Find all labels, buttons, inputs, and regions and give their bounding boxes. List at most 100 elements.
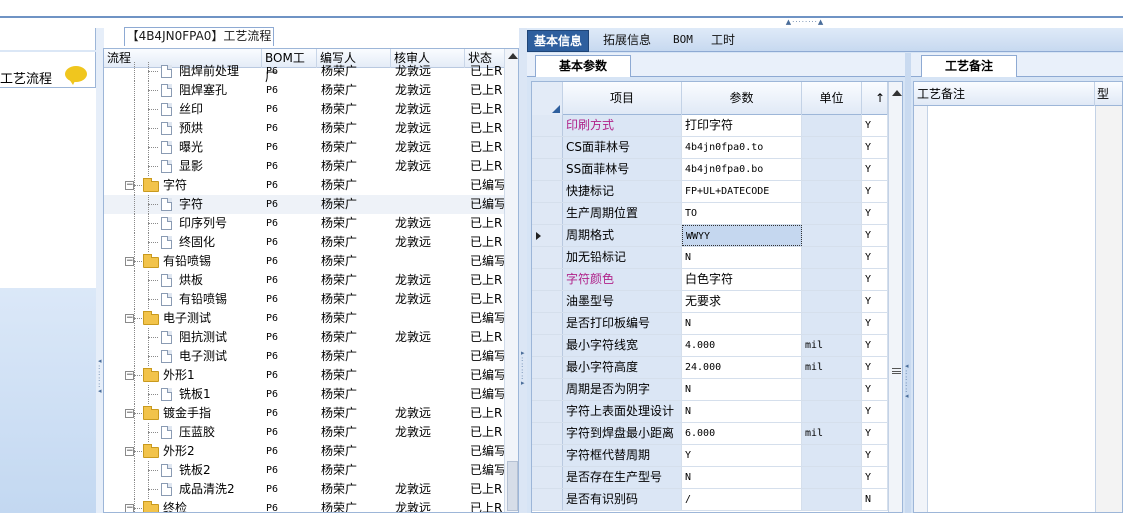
- param-row[interactable]: 最小字符高度 24.000 mil Y: [532, 357, 888, 379]
- tree-row[interactable]: 铣板1 P6 杨荣广 已编写: [104, 385, 504, 404]
- param-value-cell[interactable]: 6.000: [682, 423, 802, 444]
- row-indicator[interactable]: [532, 445, 563, 466]
- param-value-cell[interactable]: 白色字符: [682, 269, 802, 290]
- param-row[interactable]: 印刷方式 打印字符 Y: [532, 115, 888, 137]
- param-row[interactable]: CS面菲林号 4b4jn0fpa0.to Y: [532, 137, 888, 159]
- tab-bom[interactable]: BOM: [667, 30, 699, 52]
- param-value-cell[interactable]: FP+UL+DATECODE: [682, 181, 802, 202]
- row-indicator[interactable]: [532, 313, 563, 334]
- row-indicator[interactable]: [532, 291, 563, 312]
- row-indicator[interactable]: [532, 137, 563, 158]
- middle-splitter[interactable]: ▸:::: ▸: [519, 28, 527, 513]
- param-row[interactable]: 最小字符线宽 4.000 mil Y: [532, 335, 888, 357]
- param-value-cell[interactable]: Y: [682, 445, 802, 466]
- collapse-minus-icon[interactable]: −: [125, 447, 134, 456]
- remarks-scrollbar[interactable]: [914, 106, 928, 512]
- tree-row[interactable]: − 有铅喷锡 P6 杨荣广 已编写: [104, 252, 504, 271]
- select-all-corner-icon[interactable]: [552, 105, 560, 113]
- row-indicator[interactable]: [532, 159, 563, 180]
- row-indicator[interactable]: [532, 247, 563, 268]
- param-value-cell[interactable]: 4b4jn0fpa0.to: [682, 137, 802, 158]
- tree-row[interactable]: 电子测试 P6 杨荣广 已编写: [104, 347, 504, 366]
- row-indicator[interactable]: [532, 269, 563, 290]
- row-indicator[interactable]: [532, 203, 563, 224]
- param-row[interactable]: 快捷标记 FP+UL+DATECODE Y: [532, 181, 888, 203]
- tree-row[interactable]: 字符 P6 杨荣广 已编写: [104, 195, 504, 214]
- collapse-minus-icon[interactable]: −: [125, 371, 134, 380]
- col-flag-sort-icon[interactable]: ↑: [862, 82, 888, 115]
- param-row[interactable]: 油墨型号 无要求 Y: [532, 291, 888, 313]
- row-indicator[interactable]: [532, 115, 563, 136]
- param-row[interactable]: 周期格式 WWYY Y: [532, 225, 888, 247]
- param-value-cell[interactable]: N: [682, 313, 802, 334]
- param-row[interactable]: 加无铅标记 N Y: [532, 247, 888, 269]
- tab-work-hours[interactable]: 工时: [705, 30, 741, 52]
- param-value-cell[interactable]: N: [682, 401, 802, 422]
- process-flow-tab[interactable]: 【4B4JN0FPA0】工艺流程: [124, 27, 274, 46]
- scroll-grip-icon[interactable]: [892, 368, 901, 374]
- tree-row[interactable]: 丝印 P6 杨荣广 龙敦远 已上R: [104, 100, 504, 119]
- col-process-remarks[interactable]: 工艺备注: [914, 82, 1095, 106]
- tab-extended-info[interactable]: 拓展信息: [597, 30, 657, 52]
- param-row[interactable]: 字符上表面处理设计 N Y: [532, 401, 888, 423]
- left-splitter-grip[interactable]: ◂:::: ◂: [98, 358, 102, 395]
- tree-row[interactable]: 预烘 P6 杨荣广 龙敦远 已上R: [104, 119, 504, 138]
- tree-row[interactable]: 有铅喷锡 P6 杨荣广 龙敦远 已上R: [104, 290, 504, 309]
- tree-row[interactable]: 终固化 P6 杨荣广 龙敦远 已上R: [104, 233, 504, 252]
- param-value-cell[interactable]: 打印字符: [682, 115, 802, 136]
- scroll-up-arrow-icon[interactable]: [892, 90, 902, 96]
- collapse-minus-icon[interactable]: −: [125, 504, 134, 512]
- right-splitter-grip[interactable]: ◂:::: ◂: [905, 363, 909, 400]
- param-value-cell[interactable]: N: [682, 379, 802, 400]
- row-indicator[interactable]: [532, 467, 563, 488]
- tree-row[interactable]: − 外形1 P6 杨荣广 已编写: [104, 366, 504, 385]
- tree-row[interactable]: 印序列号 P6 杨荣广 龙敦远 已上R: [104, 214, 504, 233]
- param-row[interactable]: 生产周期位置 TO Y: [532, 203, 888, 225]
- tree-row[interactable]: − 外形2 P6 杨荣广 已编写: [104, 442, 504, 461]
- collapse-minus-icon[interactable]: −: [125, 314, 134, 323]
- row-indicator[interactable]: [532, 335, 563, 356]
- col-type[interactable]: 型: [1097, 82, 1109, 106]
- param-value-cell[interactable]: N: [682, 467, 802, 488]
- collapse-minus-icon[interactable]: −: [125, 181, 134, 190]
- param-value-cell[interactable]: 24.000: [682, 357, 802, 378]
- param-row[interactable]: 是否有识别码 / N: [532, 489, 888, 511]
- row-indicator[interactable]: [532, 401, 563, 422]
- param-row[interactable]: SS面菲林号 4b4jn0fpa0.bo Y: [532, 159, 888, 181]
- left-panel-header[interactable]: 工艺流程: [0, 62, 96, 88]
- param-value-cell[interactable]: TO: [682, 203, 802, 224]
- chat-bubble-icon[interactable]: [65, 66, 87, 85]
- tree-row[interactable]: − 镀金手指 P6 杨荣广 龙敦远 已上R: [104, 404, 504, 423]
- tab-process-remarks[interactable]: 工艺备注: [921, 55, 1017, 77]
- tree-row[interactable]: − 终检 P6 杨荣广 龙敦远 已上R: [104, 499, 504, 512]
- param-value-cell[interactable]: 无要求: [682, 291, 802, 312]
- param-value-cell[interactable]: 4.000: [682, 335, 802, 356]
- tree-row[interactable]: 烘板 P6 杨荣广 龙敦远 已上R: [104, 271, 504, 290]
- tree-row[interactable]: 显影 P6 杨荣广 龙敦远 已上R: [104, 157, 504, 176]
- tree-row[interactable]: 阻抗测试 P6 杨荣广 龙敦远 已上R: [104, 328, 504, 347]
- tree-row[interactable]: 成品清洗2 P6 杨荣广 龙敦远 已上R: [104, 480, 504, 499]
- scroll-up-arrow-icon[interactable]: [508, 53, 518, 59]
- col-unit[interactable]: 单位: [802, 82, 862, 115]
- tree-vertical-scrollbar[interactable]: [504, 49, 518, 512]
- tree-row[interactable]: 曝光 P6 杨荣广 龙敦远 已上R: [104, 138, 504, 157]
- col-value[interactable]: 参数: [682, 82, 802, 115]
- tree-row[interactable]: 阻焊前处理 P6 杨荣广 龙敦远 已上R: [104, 62, 504, 81]
- row-indicator[interactable]: [532, 423, 563, 444]
- tree-row[interactable]: 阻焊塞孔 P6 杨荣广 龙敦远 已上R: [104, 81, 504, 100]
- param-row[interactable]: 是否存在生产型号 N Y: [532, 467, 888, 489]
- param-row[interactable]: 周期是否为阴字 N Y: [532, 379, 888, 401]
- middle-splitter-grip[interactable]: ▸:::: ▸: [521, 350, 525, 387]
- col-item[interactable]: 项目: [563, 82, 682, 115]
- top-splitter-grip[interactable]: ▲········▲: [770, 17, 840, 27]
- param-row[interactable]: 字符框代替周期 Y Y: [532, 445, 888, 467]
- tree-row[interactable]: 压蓝胶 P6 杨荣广 龙敦远 已上R: [104, 423, 504, 442]
- right-splitter[interactable]: ◂:::: ◂: [905, 53, 911, 513]
- collapse-minus-icon[interactable]: −: [125, 409, 134, 418]
- param-value-cell[interactable]: /: [682, 489, 802, 510]
- tree-row[interactable]: − 字符 P6 杨荣广 已编写: [104, 176, 504, 195]
- collapse-minus-icon[interactable]: −: [125, 257, 134, 266]
- param-value-cell[interactable]: WWYY: [682, 225, 802, 246]
- row-indicator[interactable]: [532, 225, 563, 246]
- row-indicator[interactable]: [532, 181, 563, 202]
